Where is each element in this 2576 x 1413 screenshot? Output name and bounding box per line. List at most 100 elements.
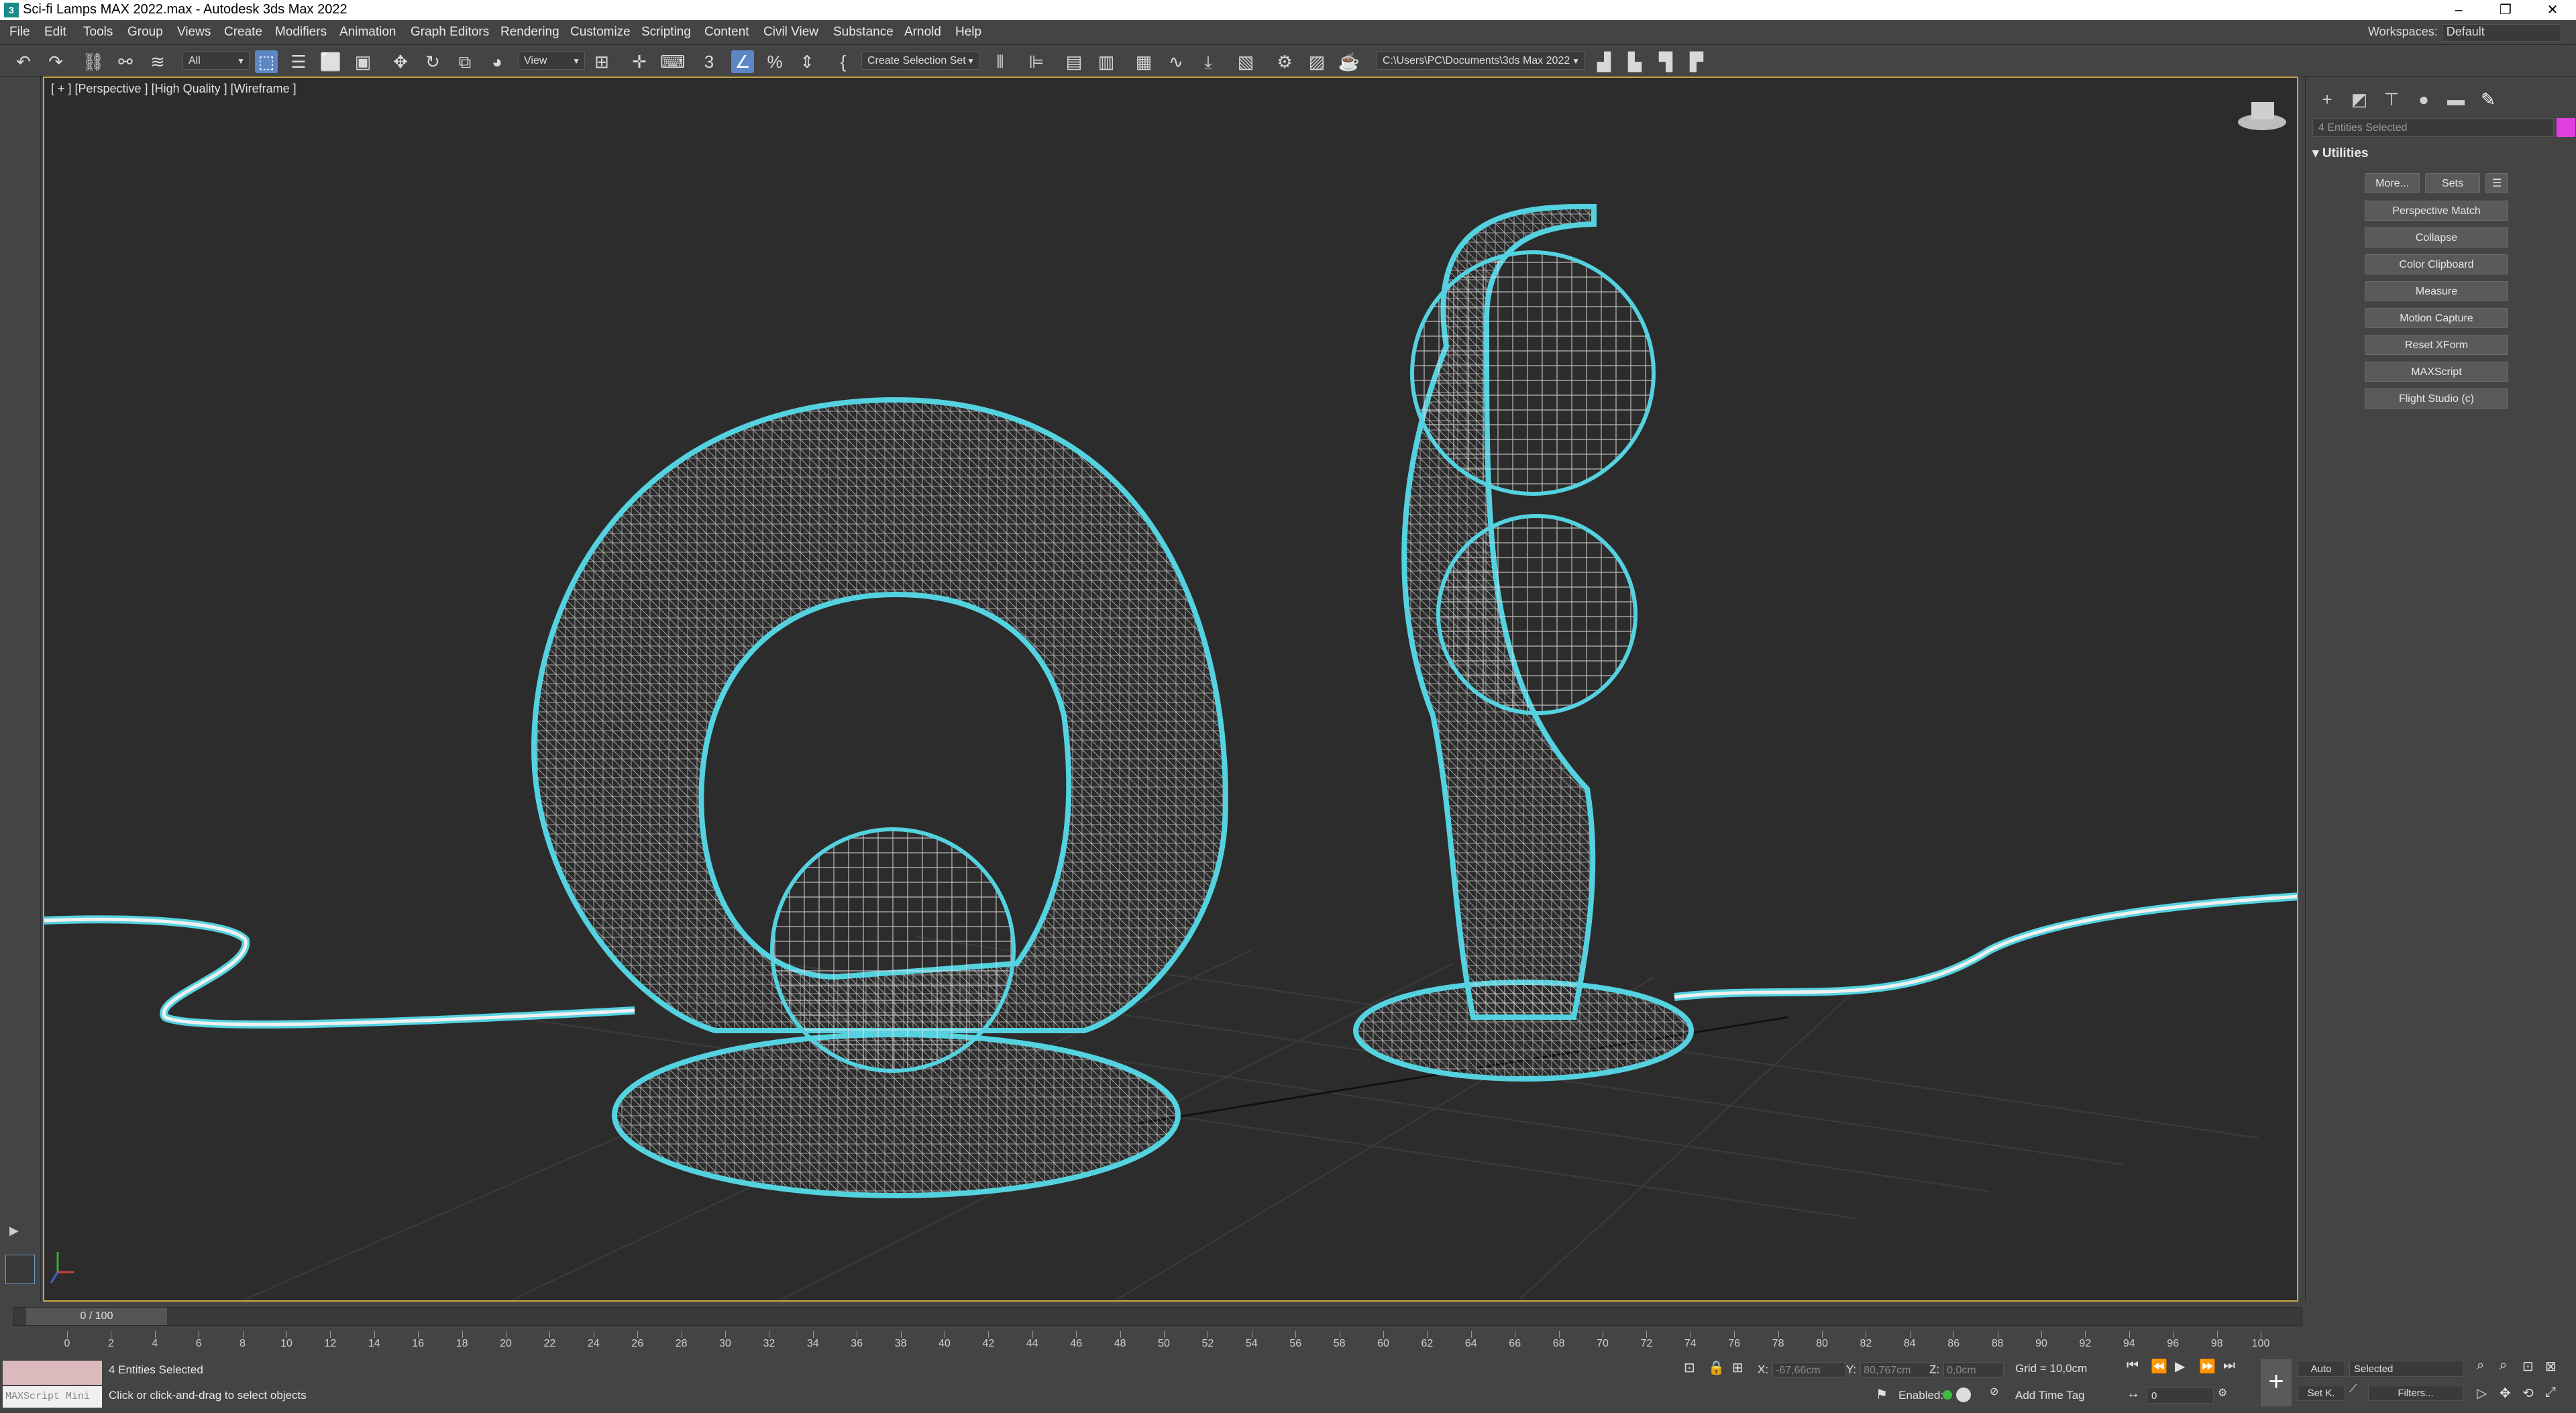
rotate-icon[interactable]: ↻ [421,50,444,73]
selection-lock-icon[interactable]: 🔒 [1708,1359,1725,1376]
hierarchy-icon[interactable]: ⊤ [2379,87,2404,111]
viewport-layout-icon[interactable] [5,1255,35,1284]
keyboard-shortcut-icon[interactable]: ⌨ [660,50,686,73]
more-button[interactable]: More... [2365,173,2420,193]
menu-graph-editors[interactable]: Graph Editors [411,20,489,44]
project-folder-icon[interactable]: ▟ [1593,50,1615,73]
key-mode-toggle-icon[interactable]: ↔ [2127,1386,2140,1402]
scene-explorer-icon[interactable]: ▤ [1063,50,1085,73]
scene-wireframe[interactable] [44,78,2298,1302]
set-project-icon[interactable]: ▛ [1685,50,1708,73]
collapse-button[interactable]: Collapse [2365,227,2508,248]
align-icon[interactable]: ⊫ [1025,50,1048,73]
select-object-icon[interactable]: ⬚ [255,50,278,73]
maximize-viewport-icon[interactable]: ⤢ [2545,1385,2556,1400]
zoom-icon[interactable]: ⌕ [2477,1358,2484,1373]
stand-lamp-lower-bulb[interactable] [1436,514,1638,715]
stand-lamp[interactable] [1353,203,1694,1082]
object-color-swatch[interactable] [2557,118,2575,137]
menu-rendering[interactable]: Rendering [500,20,559,44]
menu-file[interactable]: File [9,20,30,44]
utilities-icon[interactable]: ✎ [2476,87,2500,111]
maxscript-button[interactable]: MAXScript [2365,362,2508,382]
close-button[interactable]: ✕ [2529,0,2576,20]
ring-lamp-bulb[interactable] [770,827,1016,1073]
angle-snap-icon[interactable]: ∠ [731,50,754,73]
move-icon[interactable]: ✥ [389,50,412,73]
spinner-snap-icon[interactable]: ⇕ [796,50,818,73]
key-mode-dropdown[interactable]: Selected [2349,1361,2463,1377]
percent-snap-icon[interactable]: % [763,50,786,73]
time-slider[interactable]: 0 / 100 [13,1307,2302,1326]
set-key-icon[interactable]: + [2261,1359,2292,1406]
enabled-indicator[interactable] [1943,1390,1952,1400]
perspective-match-button[interactable]: Perspective Match [2365,201,2508,221]
color-clipboard-button[interactable]: Color Clipboard [2365,254,2508,274]
scale-icon[interactable]: ⧉ [453,50,476,73]
x-field[interactable]: -67,66cm [1772,1362,1847,1378]
menu-scripting[interactable]: Scripting [641,20,691,44]
viewcube-icon[interactable] [2238,102,2286,130]
filters-button[interactable]: Filters... [2368,1385,2463,1401]
project-path-dropdown[interactable]: C:\Users\PC\Documents\3ds Max 2022 ▼ [1377,51,1585,70]
create-icon[interactable]: + [2315,87,2339,111]
edit-named-sets-icon[interactable]: { [832,50,855,73]
selection-name-field[interactable]: 4 Entities Selected [2312,118,2554,137]
render-icon[interactable]: ☕ [1338,50,1360,73]
utilities-rollout-header[interactable]: ▾ Utilities [2312,144,2567,164]
menu-arnold[interactable]: Arnold [904,20,941,44]
select-by-name-icon[interactable]: ☰ [287,50,310,73]
sets-button[interactable]: Sets [2425,173,2480,193]
set-key-button[interactable]: Set K. [2297,1385,2345,1401]
place-icon[interactable]: ◕ [486,50,508,73]
interactive-render-icon[interactable] [1956,1388,1971,1402]
modify-icon[interactable]: ◩ [2347,87,2371,111]
menu-tools[interactable]: Tools [83,20,113,44]
absolute-mode-icon[interactable]: ⊞ [1732,1359,1743,1376]
expand-arrow-icon[interactable]: ▶ [9,1224,19,1238]
menu-animation[interactable]: Animation [339,20,396,44]
go-to-start-icon[interactable]: ⏮ [2127,1358,2139,1373]
z-coordinate[interactable]: Z: 0,0cm [1929,1362,2004,1378]
schematic-view-icon[interactable]: ⤓ [1197,50,1220,73]
workspaces-selector[interactable]: Workspaces: Default [2368,24,2561,42]
rendered-frame-icon[interactable]: ▨ [1305,50,1328,73]
workspaces-value[interactable]: Default [2441,24,2561,42]
redo-icon[interactable]: ↷ [44,50,67,73]
current-frame-field[interactable]: 0 [2147,1388,2214,1404]
display-icon[interactable]: ▬ [2444,87,2468,111]
layer-explorer-icon[interactable]: ▥ [1095,50,1118,73]
zoom-extents-all-icon[interactable]: ⊠ [2545,1358,2557,1375]
macro-recorder-field[interactable] [3,1361,102,1385]
material-editor-icon[interactable]: ▧ [1234,50,1257,73]
pivot-icon[interactable]: ⊞ [590,50,613,73]
link-icon[interactable]: ⛓ [82,50,105,73]
measure-button[interactable]: Measure [2365,281,2508,301]
motion-icon[interactable]: ● [2412,87,2436,111]
menu-views[interactable]: Views [177,20,211,44]
isolate-selection-icon[interactable]: ⊡ [1684,1359,1695,1376]
previous-frame-icon[interactable]: ⏪ [2151,1358,2167,1375]
auto-key-button[interactable]: Auto [2297,1361,2345,1377]
named-selection-dropdown[interactable]: Create Selection Set ▼ [861,51,979,70]
zoom-all-icon[interactable]: ⌕ [2500,1358,2507,1373]
maxscript-mini-listener[interactable]: MAXScript Mini [3,1386,102,1408]
menu-substance[interactable]: Substance [833,20,894,44]
minimize-button[interactable]: – [2435,0,2482,20]
ref-coord-dropdown[interactable]: View ▼ [518,51,585,70]
next-frame-icon[interactable]: ⏩ [2199,1358,2216,1375]
zoom-extents-icon[interactable]: ⊡ [2522,1358,2534,1375]
rect-selection-icon[interactable]: ⬜ [319,50,342,73]
new-project-icon[interactable]: ▜ [1654,50,1677,73]
configure-sets-icon[interactable]: ☰ [2485,173,2508,193]
track-bar-ruler[interactable]: 0 2 4 6 8 10 12 14 16 18 20 22 24 26 28 30 32 34 36 38 40 42 4… [13,1331,2301,1351]
orbit-icon[interactable]: ⟲ [2522,1385,2534,1402]
field-of-view-icon[interactable]: ▷ [2477,1385,2487,1402]
toggle-ribbon-icon[interactable]: ▦ [1132,50,1155,73]
time-config-icon[interactable]: ⚙ [2218,1386,2227,1400]
menu-help[interactable]: Help [955,20,981,44]
selection-filter-dropdown[interactable]: All ▼ [182,51,250,70]
flight-studio-button[interactable]: Flight Studio (c) [2365,388,2508,409]
open-project-icon[interactable]: ▙ [1623,50,1646,73]
menu-customize[interactable]: Customize [570,20,631,44]
